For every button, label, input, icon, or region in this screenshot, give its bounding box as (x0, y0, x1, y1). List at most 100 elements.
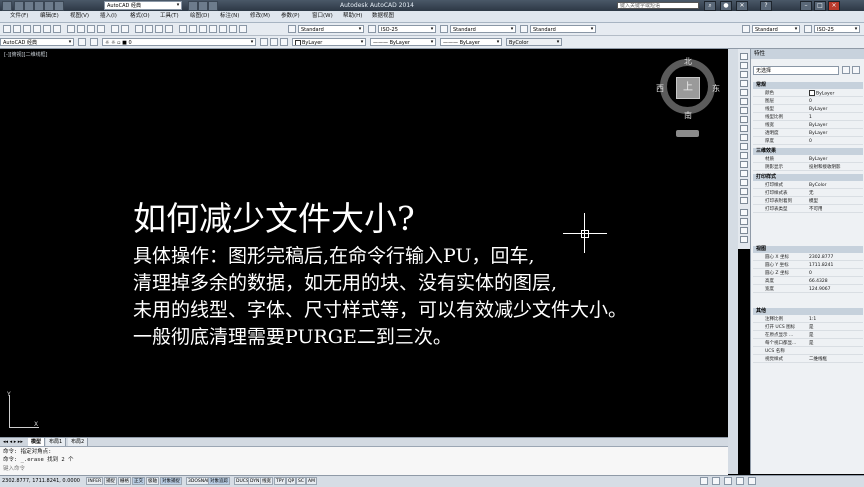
prop-row[interactable]: 阴影显示 投射和接收阴影 (753, 164, 863, 171)
cut-icon[interactable] (67, 25, 75, 33)
lineweight-select[interactable]: ——— ByLayer ▾ (440, 38, 502, 46)
status-am[interactable]: AM (306, 477, 317, 485)
prop-row[interactable]: 圆心 Y 坐标 1711.8241 (753, 262, 863, 269)
prop-row[interactable]: 每个视口都显... 是 (753, 340, 863, 347)
menu-data-view[interactable]: 数据视图 (372, 11, 394, 22)
prop-row[interactable]: 打印表类型 不可用 (753, 206, 863, 213)
section-view[interactable]: 视图 (753, 246, 863, 253)
save-icon[interactable] (23, 25, 31, 33)
match-properties-icon[interactable] (97, 25, 105, 33)
redo-icon[interactable] (54, 1, 64, 11)
status-infer[interactable]: INFER (86, 477, 104, 485)
new-icon[interactable] (3, 25, 11, 33)
workspace-select[interactable]: AutoCAD 经典 ▾ (0, 38, 74, 46)
menu-insert[interactable]: 插入(I) (100, 11, 117, 22)
stretch-icon[interactable] (740, 125, 748, 132)
prop-row[interactable]: 线型比例 1 (753, 114, 863, 121)
prop-row[interactable]: 透明度 ByLayer (753, 130, 863, 137)
canvas-scrollbar[interactable] (728, 49, 738, 474)
prop-row[interactable]: 线宽 ByLayer (753, 122, 863, 129)
menu-view[interactable]: 视图(V) (70, 11, 89, 22)
menu-modify[interactable]: 修改(M) (250, 11, 270, 22)
array-icon[interactable] (740, 89, 748, 96)
draw-arc-icon[interactable] (740, 236, 748, 243)
command-input[interactable]: 键入命令 (3, 465, 25, 473)
search-icon[interactable]: ⌕ (704, 1, 716, 11)
prop-row[interactable]: UCS 名称 (753, 348, 863, 355)
menu-dimension[interactable]: 标注(N) (220, 11, 239, 22)
sign-in-icon[interactable]: ● (720, 1, 732, 11)
status-sc[interactable]: SC (296, 477, 306, 485)
layer-state-icon[interactable] (280, 38, 288, 46)
undo-icon[interactable] (111, 25, 119, 33)
tab-layout2[interactable]: 布局2 (68, 438, 89, 446)
selection-select[interactable]: 无选择 (753, 66, 839, 75)
undo-icon[interactable] (44, 1, 54, 11)
status-ortho[interactable]: 正交 (132, 477, 145, 485)
color-select[interactable]: ByLayer ▾ (292, 38, 366, 46)
status-grid[interactable]: 栅格 (118, 477, 131, 485)
text-style-select[interactable]: Standard ▾ (298, 25, 364, 33)
tab-layout1[interactable]: 布局1 (46, 438, 67, 446)
dim-style-select-right[interactable]: ISO-25 ▾ (814, 25, 860, 33)
redo-icon[interactable] (121, 25, 129, 33)
search-input[interactable]: 键入关键字或短语 (617, 2, 699, 9)
text-style-select-right[interactable]: Standard ▾ (752, 25, 800, 33)
layer-properties-icon[interactable] (90, 38, 98, 46)
section-3d-effects[interactable]: 三维效果 (753, 148, 863, 155)
print-icon[interactable] (33, 25, 41, 33)
new-icon[interactable] (14, 1, 24, 11)
draw-circle-icon[interactable] (740, 227, 748, 234)
layer-previous-icon[interactable] (270, 38, 278, 46)
compass-south[interactable]: 南 (684, 110, 692, 121)
workspace-settings-icon[interactable] (78, 38, 86, 46)
publish-icon[interactable] (53, 25, 61, 33)
wcs-menu-button[interactable] (676, 130, 699, 137)
status-lineweight[interactable]: 线宽 (260, 477, 273, 485)
make-current-icon[interactable] (260, 38, 268, 46)
menu-parametric[interactable]: 参数(P) (281, 11, 300, 22)
quick-tool-icon[interactable] (198, 1, 208, 11)
prop-row[interactable]: 圆心 X 坐标 2302.8777 (753, 254, 863, 261)
prop-row[interactable]: 材质 ByLayer (753, 156, 863, 163)
quick-tool-icon[interactable] (208, 1, 218, 11)
clean-screen-icon[interactable] (748, 477, 756, 485)
prop-row[interactable]: 打印样式 ByColor (753, 182, 863, 189)
tool-palette-icon[interactable] (199, 25, 207, 33)
isolate-icon[interactable] (736, 477, 744, 485)
status-otrack[interactable]: 对象追踪 (208, 477, 230, 485)
explode-icon[interactable] (740, 197, 748, 204)
status-osnap[interactable]: 对象捕捉 (160, 477, 182, 485)
prop-row[interactable]: 图层 0 (753, 98, 863, 105)
blend-icon[interactable] (740, 188, 748, 195)
prop-row[interactable]: 圆心 Z 坐标 0 (753, 270, 863, 277)
annotation-scale-icon[interactable] (700, 477, 708, 485)
workspace-switch-icon[interactable] (712, 477, 720, 485)
toggle-pickadd-icon[interactable] (842, 66, 850, 74)
paste-icon[interactable] (87, 25, 95, 33)
menu-file[interactable]: 文件(F) (10, 11, 28, 22)
table-style-select[interactable]: Standard ▾ (450, 25, 516, 33)
trim-icon[interactable] (740, 134, 748, 141)
open-icon[interactable] (13, 25, 21, 33)
mleader-style-select[interactable]: Standard ▾ (530, 25, 596, 33)
menu-edit[interactable]: 编辑(E) (40, 11, 59, 22)
menu-window[interactable]: 窗口(W) (312, 11, 333, 22)
prop-row[interactable]: 宽度 124.9067 (753, 286, 863, 293)
layer-select[interactable]: ☼ ☼ ▫ ■ 0 ▾ (102, 38, 256, 46)
prop-row[interactable]: 在原点显示 ... 是 (753, 332, 863, 339)
select-objects-icon[interactable] (852, 66, 860, 74)
prop-row[interactable]: 打印样式表无 (753, 190, 863, 197)
coordinate-readout[interactable]: 2302.8777, 1711.8241, 0.0000 (2, 476, 80, 486)
pan-icon[interactable] (135, 25, 143, 33)
rotate-icon[interactable] (740, 107, 748, 114)
status-tpy[interactable]: TPY (274, 477, 287, 485)
sheet-set-icon[interactable] (209, 25, 217, 33)
copy-icon[interactable] (740, 62, 748, 69)
exchange-icon[interactable]: ✕ (736, 1, 748, 11)
move-icon[interactable] (740, 98, 748, 105)
menu-help[interactable]: 帮助(H) (343, 11, 362, 22)
prop-row[interactable]: 注释比例 1:1 (753, 316, 863, 323)
properties-icon[interactable] (179, 25, 187, 33)
prop-row[interactable]: 高度 66.4328 (753, 278, 863, 285)
